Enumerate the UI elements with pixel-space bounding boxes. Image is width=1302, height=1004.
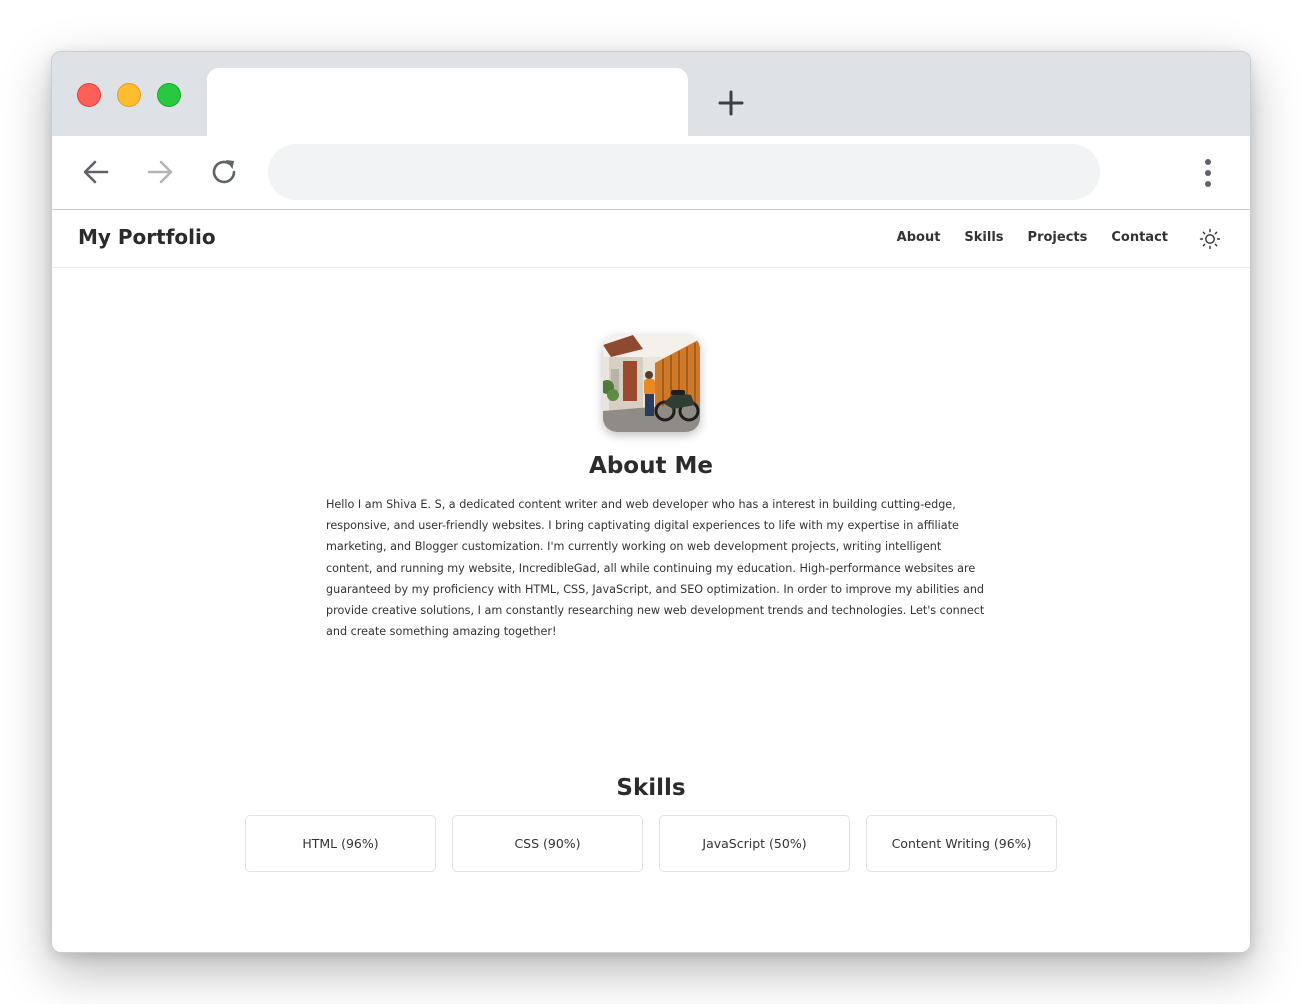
skills-list: HTML (96%) CSS (90%) JavaScript (50%) Co… <box>245 815 1057 872</box>
sun-icon[interactable] <box>1198 227 1222 251</box>
browser-window: My Portfolio About Skills Projects Conta… <box>51 51 1251 953</box>
skill-card-content-writing: Content Writing (96%) <box>866 815 1057 872</box>
site-navbar: My Portfolio About Skills Projects Conta… <box>52 210 1250 268</box>
arrow-left-icon[interactable] <box>80 156 112 188</box>
nav-link-projects[interactable]: Projects <box>1028 230 1088 245</box>
reload-icon[interactable] <box>208 156 240 188</box>
maximize-window-button[interactable] <box>157 83 181 107</box>
about-text: Hello I am Shiva E. S, a dedicated conte… <box>326 498 985 639</box>
browser-toolbar <box>52 136 1250 210</box>
page-viewport: My Portfolio About Skills Projects Conta… <box>52 210 1250 952</box>
site-brand[interactable]: My Portfolio <box>78 225 216 249</box>
skills-title: Skills <box>616 775 686 801</box>
address-bar[interactable] <box>268 144 1100 200</box>
active-tab[interactable] <box>207 68 688 136</box>
nav-link-about[interactable]: About <box>897 230 941 245</box>
profile-photo <box>603 335 700 432</box>
nav-link-contact[interactable]: Contact <box>1111 230 1168 245</box>
skill-card-html: HTML (96%) <box>245 815 436 872</box>
skill-card-javascript: JavaScript (50%) <box>659 815 850 872</box>
skill-card-css: CSS (90%) <box>452 815 643 872</box>
close-window-button[interactable] <box>77 83 101 107</box>
arrow-right-icon[interactable] <box>144 156 176 188</box>
tab-bar <box>52 52 1250 136</box>
nav-link-skills[interactable]: Skills <box>964 230 1003 245</box>
kebab-menu-icon[interactable] <box>1193 154 1223 192</box>
about-title: About Me <box>589 453 713 479</box>
site-nav-links: About Skills Projects Contact <box>897 230 1168 245</box>
plus-icon[interactable] <box>716 88 746 118</box>
minimize-window-button[interactable] <box>117 83 141 107</box>
